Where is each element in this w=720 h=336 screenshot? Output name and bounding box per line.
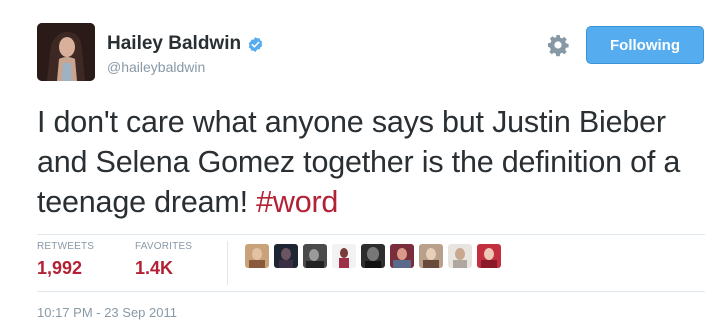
- favoriter-avatar[interactable]: [419, 244, 443, 268]
- favorites-stat[interactable]: FAVORITES 1.4K: [135, 241, 192, 279]
- profile-photo: [37, 23, 95, 81]
- favoriter-avatar[interactable]: [448, 244, 472, 268]
- stats-divider: [227, 241, 228, 285]
- retweets-stat[interactable]: RETWEETS 1,992: [37, 241, 94, 279]
- hashtag-link[interactable]: #word: [256, 185, 338, 219]
- tweet-text: I don't care what anyone says but Justin…: [37, 102, 697, 222]
- tweet-body: I don't care what anyone says but Justin…: [37, 105, 681, 219]
- favoriter-avatar[interactable]: [274, 244, 298, 268]
- tweet-stats: RETWEETS 1,992 FAVORITES 1.4K: [37, 234, 705, 292]
- favoriter-avatar[interactable]: [303, 244, 327, 268]
- favorites-count: 1.4K: [135, 258, 174, 278]
- display-name[interactable]: Hailey Baldwin: [107, 33, 264, 55]
- retweets-label: RETWEETS: [37, 241, 95, 252]
- tweet-timestamp[interactable]: 10:17 PM - 23 Sep 2011: [37, 305, 177, 320]
- verified-badge-icon: [248, 36, 263, 52]
- avatar[interactable]: [37, 23, 95, 81]
- gear-icon[interactable]: [546, 33, 570, 57]
- favoriter-avatar[interactable]: [245, 244, 269, 268]
- retweets-count: 1,992: [37, 258, 83, 278]
- favoriter-avatar[interactable]: [390, 244, 414, 268]
- favoriter-avatar[interactable]: [477, 244, 501, 268]
- user-handle[interactable]: @haileybaldwin: [107, 59, 205, 75]
- favoriter-avatar[interactable]: [332, 244, 356, 268]
- following-button[interactable]: Following: [586, 26, 704, 64]
- favoriter-avatar[interactable]: [361, 244, 385, 268]
- display-name-text[interactable]: Hailey Baldwin: [107, 33, 241, 55]
- favoriters-list: [245, 244, 501, 268]
- favorites-label: FAVORITES: [135, 241, 193, 252]
